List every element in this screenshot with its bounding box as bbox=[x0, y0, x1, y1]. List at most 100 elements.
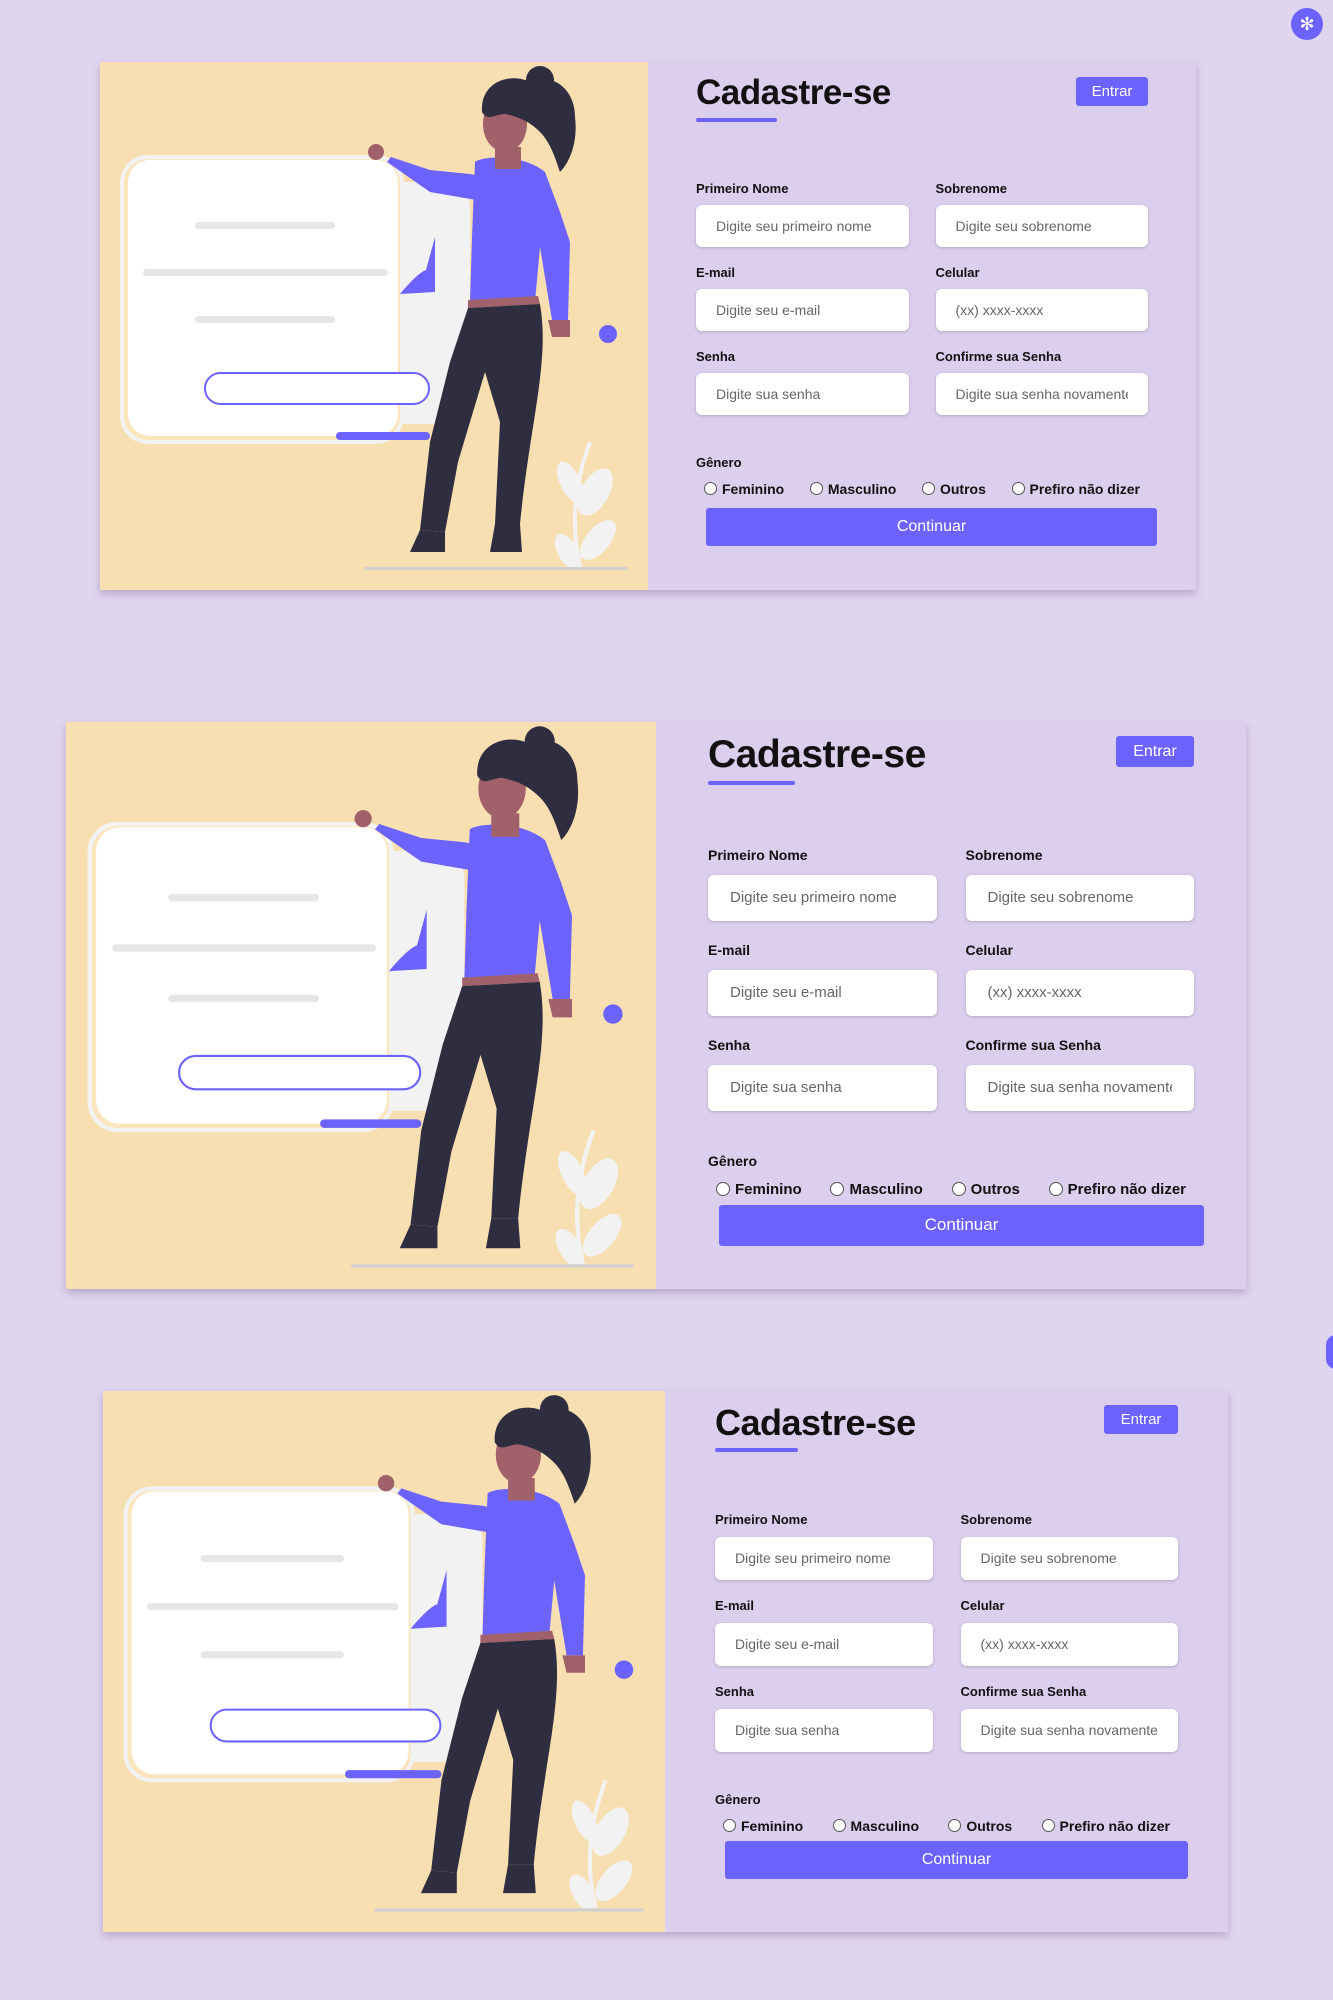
radio-circle-icon[interactable] bbox=[723, 1819, 736, 1833]
signup-form: Cadastre-se Entrar Primeiro Nome Sobreno… bbox=[665, 1391, 1228, 1932]
confirm-password-field: Confirme sua Senha bbox=[935, 348, 1148, 415]
first-name-input[interactable] bbox=[715, 1536, 933, 1580]
email-input[interactable] bbox=[696, 288, 909, 331]
login-button[interactable]: Entrar bbox=[1076, 77, 1148, 106]
continue-button[interactable]: Continuar bbox=[719, 1204, 1204, 1246]
phone-field: Celular bbox=[965, 941, 1194, 1016]
phone-field: Celular bbox=[960, 1597, 1178, 1666]
gender-radio-group: Feminino Masculino Outros Prefiro não di… bbox=[715, 1818, 1178, 1834]
settings-button[interactable]: ✻ bbox=[1291, 8, 1323, 40]
email-input[interactable] bbox=[715, 1622, 933, 1666]
radio-circle-icon[interactable] bbox=[951, 1182, 966, 1197]
gender-option-masculino[interactable]: Masculino bbox=[832, 1818, 919, 1834]
email-field: E-mail bbox=[708, 942, 937, 1016]
phone-label: Celular bbox=[935, 264, 980, 280]
phone-input[interactable] bbox=[935, 288, 1148, 331]
login-button[interactable]: Entrar bbox=[1104, 1405, 1178, 1434]
confirm-password-field: Confirme sua Senha bbox=[965, 1036, 1194, 1111]
radio-circle-icon[interactable] bbox=[830, 1182, 845, 1197]
password-input[interactable] bbox=[715, 1708, 933, 1752]
phone-input[interactable] bbox=[960, 1622, 1178, 1666]
last-name-input[interactable] bbox=[960, 1536, 1178, 1580]
gender-title: Gênero bbox=[708, 1152, 758, 1169]
first-name-label: Primeiro Nome bbox=[696, 180, 789, 196]
password-field: Senha bbox=[696, 349, 909, 415]
last-name-field: Sobrenome bbox=[960, 1511, 1178, 1580]
email-input[interactable] bbox=[708, 969, 937, 1016]
first-name-label: Primeiro Nome bbox=[708, 846, 808, 863]
gender-radio-group: Feminino Masculino Outros Prefiro não di… bbox=[696, 481, 1148, 497]
gender-option-outros[interactable]: Outros bbox=[948, 1818, 1012, 1834]
gender-option-prefiro-nao-dizer[interactable]: Prefiro não dizer bbox=[1011, 481, 1140, 497]
email-label: E-mail bbox=[696, 264, 736, 280]
password-input[interactable] bbox=[696, 372, 909, 415]
radio-circle-icon[interactable] bbox=[832, 1819, 846, 1833]
illustration-panel bbox=[103, 1391, 665, 1932]
gear-icon: ✻ bbox=[1299, 14, 1315, 34]
gender-radio-group: Feminino Masculino Outros Prefiro não di… bbox=[708, 1181, 1194, 1198]
first-name-field: Primeiro Nome bbox=[715, 1512, 933, 1580]
confirm-password-input[interactable] bbox=[960, 1708, 1178, 1752]
last-name-label: Sobrenome bbox=[960, 1511, 1033, 1527]
signup-card: Cadastre-se Entrar Primeiro Nome Sobreno… bbox=[103, 1391, 1228, 1932]
signup-card: Cadastre-se Entrar Primeiro Nome Sobreno… bbox=[66, 722, 1246, 1289]
first-name-field: Primeiro Nome bbox=[696, 181, 909, 247]
gender-option-feminino[interactable]: Feminino bbox=[723, 1818, 803, 1834]
first-name-input[interactable] bbox=[696, 204, 909, 247]
radio-circle-icon[interactable] bbox=[921, 482, 935, 495]
radio-circle-icon[interactable] bbox=[1041, 1819, 1055, 1833]
confirm-password-field: Confirme sua Senha bbox=[960, 1683, 1178, 1752]
phone-label: Celular bbox=[965, 941, 1013, 958]
radio-circle-icon[interactable] bbox=[1011, 482, 1025, 495]
last-name-field: Sobrenome bbox=[935, 180, 1148, 247]
gender-option-feminino[interactable]: Feminino bbox=[716, 1181, 802, 1198]
confirm-password-input[interactable] bbox=[935, 372, 1148, 415]
phone-field: Celular bbox=[935, 264, 1148, 331]
title-underline bbox=[708, 780, 795, 785]
last-name-input[interactable] bbox=[965, 874, 1194, 921]
login-button[interactable]: Entrar bbox=[1116, 736, 1194, 767]
radio-circle-icon[interactable] bbox=[809, 482, 823, 495]
password-input[interactable] bbox=[708, 1064, 937, 1111]
gender-option-masculino[interactable]: Masculino bbox=[809, 481, 896, 497]
illustration-svg bbox=[103, 1391, 665, 1932]
email-label: E-mail bbox=[715, 1597, 755, 1613]
password-label: Senha bbox=[708, 1036, 751, 1053]
gender-option-feminino[interactable]: Feminino bbox=[704, 481, 784, 497]
gender-option-masculino[interactable]: Masculino bbox=[830, 1181, 923, 1198]
gender-option-outros[interactable]: Outros bbox=[921, 481, 986, 497]
gender-option-prefiro-nao-dizer[interactable]: Prefiro não dizer bbox=[1048, 1181, 1186, 1198]
gender-option-outros[interactable]: Outros bbox=[951, 1181, 1020, 1198]
radio-circle-icon[interactable] bbox=[716, 1182, 730, 1197]
password-field: Senha bbox=[715, 1684, 933, 1752]
continue-button[interactable]: Continuar bbox=[706, 507, 1157, 546]
phone-label: Celular bbox=[960, 1597, 1005, 1613]
email-label: E-mail bbox=[708, 941, 751, 958]
last-name-label: Sobrenome bbox=[935, 180, 1008, 196]
confirm-password-label: Confirme sua Senha bbox=[935, 348, 1062, 364]
phone-input[interactable] bbox=[965, 969, 1194, 1016]
password-label: Senha bbox=[715, 1683, 755, 1699]
last-name-label: Sobrenome bbox=[965, 846, 1043, 863]
signup-form: Cadastre-se Entrar Primeiro Nome Sobreno… bbox=[656, 722, 1246, 1289]
last-name-input[interactable] bbox=[935, 204, 1148, 247]
email-field: E-mail bbox=[696, 265, 909, 331]
confirm-password-input[interactable] bbox=[965, 1064, 1194, 1111]
first-name-input[interactable] bbox=[708, 874, 937, 921]
gender-option-prefiro-nao-dizer[interactable]: Prefiro não dizer bbox=[1041, 1818, 1170, 1834]
first-name-field: Primeiro Nome bbox=[708, 847, 937, 921]
floating-button[interactable] bbox=[1326, 1335, 1333, 1369]
password-label: Senha bbox=[696, 348, 736, 364]
continue-button[interactable]: Continuar bbox=[725, 1840, 1188, 1879]
radio-circle-icon[interactable] bbox=[1048, 1182, 1063, 1197]
signup-card: Cadastre-se Entrar Primeiro Nome Sobreno… bbox=[100, 62, 1196, 590]
radio-circle-icon[interactable] bbox=[704, 482, 717, 495]
email-field: E-mail bbox=[715, 1598, 933, 1666]
signup-form: Cadastre-se Entrar Primeiro Nome Sobreno… bbox=[648, 62, 1196, 590]
page-title: Cadastre-se bbox=[708, 733, 926, 776]
illustration-panel bbox=[66, 722, 656, 1289]
radio-circle-icon[interactable] bbox=[948, 1819, 962, 1833]
confirm-password-label: Confirme sua Senha bbox=[965, 1036, 1101, 1053]
page-title: Cadastre-se bbox=[715, 1402, 916, 1443]
confirm-password-label: Confirme sua Senha bbox=[960, 1683, 1087, 1699]
